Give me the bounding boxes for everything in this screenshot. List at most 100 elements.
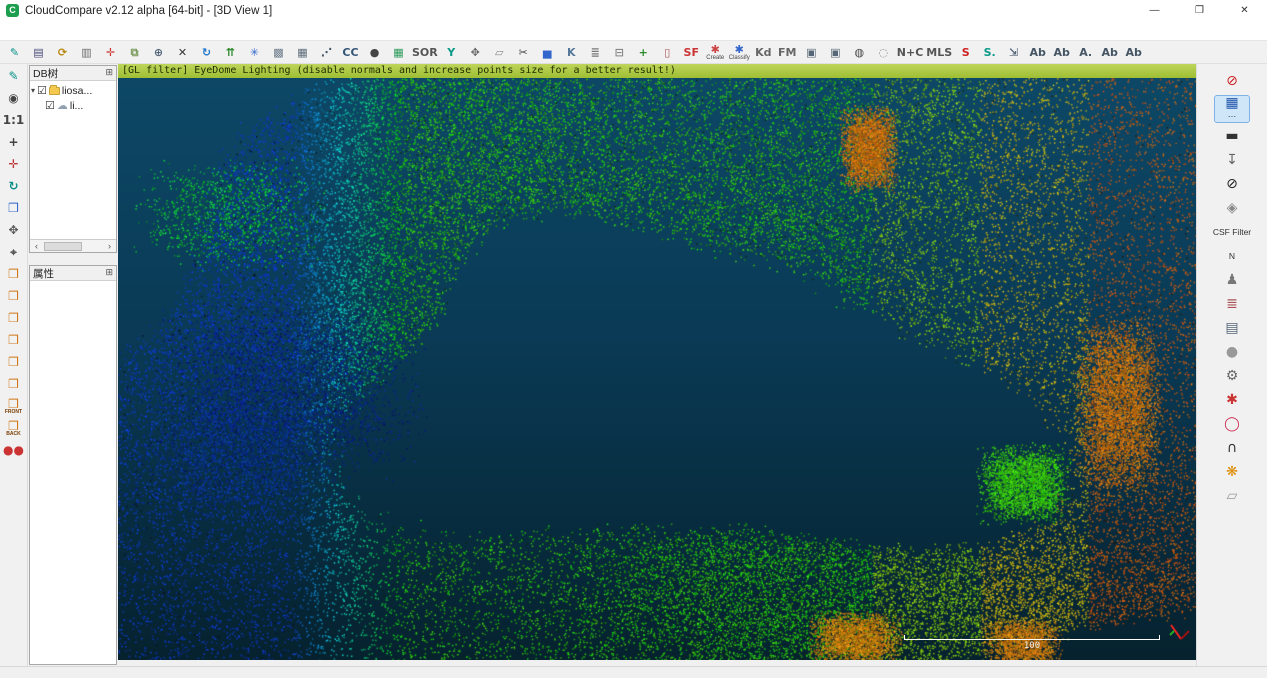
rasterize-button[interactable]: ▦ (292, 42, 313, 63)
float-panel-icon[interactable]: ⊞ (105, 68, 113, 78)
open-button[interactable]: ✎ (4, 42, 25, 63)
merge-button[interactable]: ⊕ (148, 42, 169, 63)
menu-tools[interactable] (32, 29, 46, 33)
zoom-button[interactable]: ⌖ (2, 242, 26, 262)
top-view-button[interactable]: ❒ (2, 264, 26, 284)
qellipser-plugin-button[interactable]: ◯ (1215, 414, 1249, 434)
pan-button[interactable]: ✥ (2, 220, 26, 240)
qplumb-plugin-button[interactable]: ↧ (1215, 150, 1249, 170)
scroll-left-icon[interactable]: ‹ (30, 240, 43, 253)
minimize-button[interactable]: — (1132, 0, 1177, 21)
stereo-button[interactable]: ●● (2, 440, 26, 460)
sra-button[interactable]: S. (979, 42, 1000, 63)
fast-marching-button[interactable]: FM (777, 42, 798, 63)
save-button[interactable]: ▤ (28, 42, 49, 63)
normals-label[interactable]: N (1215, 246, 1249, 266)
bottom-view-button[interactable]: ❒ (2, 374, 26, 394)
render-to-file-button[interactable]: ▣ (825, 42, 846, 63)
front-view-button[interactable]: ❒ (2, 286, 26, 306)
qm3c2-plugin-button[interactable]: ▦ ⋯ (1215, 96, 1249, 122)
globe-button[interactable]: ◍ (849, 42, 870, 63)
pick-rotation-center-button[interactable]: ↻ (196, 42, 217, 63)
horizontal-scrollbar[interactable]: ‹ › (30, 239, 116, 252)
facets-a-button[interactable]: A. (1075, 42, 1096, 63)
qprotractor-plugin-button[interactable]: ▱ (1215, 486, 1249, 506)
fit-plane-button[interactable]: ▱ (489, 42, 510, 63)
subsample-button[interactable]: ✳ (244, 42, 265, 63)
normals-plus-colors-button[interactable]: N+C (897, 42, 924, 63)
qclassify-plugin-button[interactable]: ♟ (1215, 270, 1249, 290)
gradient-button[interactable]: Y (441, 42, 462, 63)
filter-by-value-button[interactable]: ⊟ (609, 42, 630, 63)
3d-view[interactable]: [GL filter] EyeDome Lighting (disable no… (118, 64, 1196, 666)
scalar-fields-button[interactable]: ≣ (585, 42, 606, 63)
menu-display[interactable] (46, 29, 60, 33)
perspective-button[interactable]: ❒ (2, 198, 26, 218)
sor-filter-button[interactable]: SOR (412, 42, 438, 63)
sample-points-button[interactable]: ● (364, 42, 385, 63)
rotate-view-button[interactable]: ↻ (2, 176, 26, 196)
restore-button[interactable]: ❐ (1177, 0, 1222, 21)
menu-plugins[interactable] (60, 29, 74, 33)
mls-button[interactable]: MLS (926, 42, 952, 63)
tree-item-label[interactable]: liosa... (62, 85, 92, 97)
pencil-tool-button[interactable]: ✎ (2, 66, 26, 86)
q3dmasc-plugin-button[interactable]: ≣ (1215, 294, 1249, 314)
checkbox-icon[interactable]: ☑ (45, 99, 55, 112)
delete-sf-button[interactable]: ▯ (657, 42, 678, 63)
right-view-button[interactable]: ❒ (2, 330, 26, 350)
connected-components-button[interactable]: CC (340, 42, 361, 63)
curvature-button[interactable]: K (561, 42, 582, 63)
qransac-plugin-button[interactable]: ✱ (1215, 390, 1249, 410)
menu-file[interactable] (4, 29, 18, 33)
levels-button[interactable]: ⇈ (220, 42, 241, 63)
canupo-create-button[interactable]: ✱ Create (705, 42, 726, 63)
panel-splitter[interactable] (28, 254, 118, 264)
qvr-plugin-button[interactable]: ∩ (1215, 438, 1249, 458)
scroll-right-icon[interactable]: › (103, 240, 116, 253)
tree-row-root[interactable]: ▾ ☑ liosa... (31, 83, 115, 98)
front-iso-view-button[interactable]: ❒ FRONT (2, 396, 26, 416)
add-sf-button[interactable]: + (633, 42, 654, 63)
canupo-classify-button[interactable]: ✱ Classify (729, 42, 750, 63)
point-cloud-render[interactable] (118, 78, 1196, 660)
facets-ab1-button[interactable]: Ab (1027, 42, 1048, 63)
menu-help[interactable] (88, 29, 102, 33)
apply-transformation-button[interactable]: ▥ (76, 42, 97, 63)
checkbox-icon[interactable]: ☑ (37, 84, 47, 97)
color-grid-button[interactable]: ▦ (388, 42, 409, 63)
facets-ab3-button[interactable]: Ab (1099, 42, 1120, 63)
tree-item-label[interactable]: li... (70, 100, 83, 112)
pivot-button[interactable]: ✛ (2, 154, 26, 174)
qcork-plugin-button[interactable]: ⊘ (1215, 174, 1249, 194)
clone-button[interactable]: ⧉ (124, 42, 145, 63)
dotted-sphere-button[interactable]: ◌ (873, 42, 894, 63)
histogram-button[interactable]: ▅ (537, 42, 558, 63)
qanimation-plugin-button[interactable]: ▬ (1215, 126, 1249, 146)
facets-ab2-button[interactable]: Ab (1051, 42, 1072, 63)
scrollbar-track[interactable] (43, 241, 103, 252)
segment-button[interactable]: ✂ (513, 42, 534, 63)
translate-button[interactable]: ✥ (465, 42, 486, 63)
resample-button[interactable]: ⋰ (316, 42, 337, 63)
csf-s-button[interactable]: S (955, 42, 976, 63)
qcsf-plugin-button[interactable]: ◈ (1215, 198, 1249, 218)
qcompass-plugin-button[interactable]: ❋ (1215, 462, 1249, 482)
interactive-transformation-button[interactable]: ✛ (100, 42, 121, 63)
export-button[interactable]: ⇲ (1003, 42, 1024, 63)
kd-tree-button[interactable]: Kd (753, 42, 774, 63)
csf-filter-label[interactable]: CSF Filter (1215, 222, 1249, 242)
qpcv-plugin-button[interactable]: ● (1215, 342, 1249, 362)
expander-icon[interactable]: ▾ (31, 86, 35, 95)
qhpr-plugin-button[interactable]: ▤ (1215, 318, 1249, 338)
sf-color-scale-button[interactable]: SF (681, 42, 702, 63)
screen-capture-button[interactable]: ▣ (801, 42, 822, 63)
zoom-fit-button[interactable]: + (2, 132, 26, 152)
float-panel-icon[interactable]: ⊞ (105, 268, 113, 278)
qsra-disabled-icon[interactable]: ⊘ (1215, 72, 1249, 92)
facets-ab4-button[interactable]: Ab (1123, 42, 1144, 63)
back-view-button[interactable]: ❒ (2, 352, 26, 372)
delete-button[interactable]: ✕ (172, 42, 193, 63)
scrollbar-thumb[interactable] (44, 242, 82, 251)
back-iso-view-button[interactable]: ❒ BACK (2, 418, 26, 438)
